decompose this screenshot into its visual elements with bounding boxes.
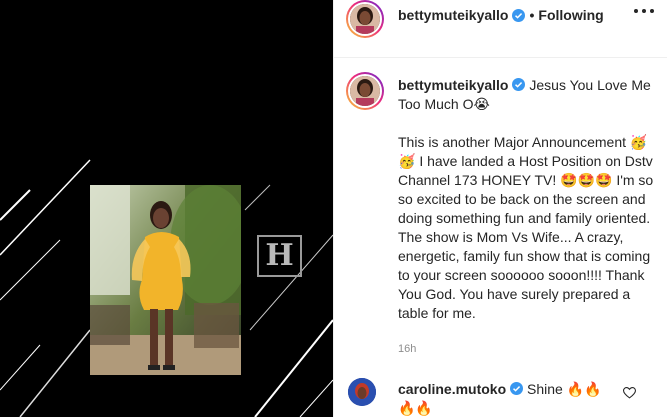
verified-badge-icon	[512, 8, 526, 22]
caption-username[interactable]: bettymuteikyallo	[398, 77, 508, 93]
verified-badge-icon	[512, 78, 526, 91]
post-timestamp[interactable]: 16h	[398, 343, 416, 355]
profile-avatar[interactable]	[346, 0, 384, 38]
caption-text: bettymuteikyallo Jesus You Love Me Too M…	[398, 76, 656, 323]
comment-item: caroline.mutoko Shine 🔥🔥🔥🔥	[334, 372, 667, 417]
comment-text: caroline.mutoko Shine 🔥🔥🔥🔥	[398, 380, 618, 417]
more-options-icon[interactable]	[634, 9, 654, 15]
verified-badge-icon	[510, 382, 524, 395]
caption-avatar[interactable]	[346, 72, 384, 110]
post-header: bettymuteikyallo • Following	[334, 0, 667, 58]
header-user-row: bettymuteikyallo • Following	[398, 7, 604, 23]
header-username[interactable]: bettymuteikyallo	[398, 7, 508, 23]
like-heart-icon[interactable]	[623, 387, 636, 399]
post-photo	[90, 185, 241, 375]
following-button[interactable]: Following	[538, 7, 603, 23]
post-details-panel: bettymuteikyallo • Following bettymuteik…	[333, 0, 667, 417]
instagram-post-view: H bettymuteikyallo • Following bettymute…	[0, 0, 667, 417]
avatar-photo-icon	[348, 378, 376, 406]
watermark-logo: H	[257, 235, 302, 277]
avatar-photo-icon	[350, 76, 380, 106]
avatar-photo-icon	[350, 4, 380, 34]
separator-dot: •	[529, 7, 535, 23]
post-media[interactable]: H	[0, 0, 333, 417]
commenter-avatar[interactable]	[348, 378, 376, 406]
post-caption: bettymuteikyallo Jesus You Love Me Too M…	[334, 58, 667, 358]
caption-body: This is another Major Announcement 🥳🥳 I …	[398, 134, 654, 321]
comment-username[interactable]: caroline.mutoko	[398, 381, 506, 397]
